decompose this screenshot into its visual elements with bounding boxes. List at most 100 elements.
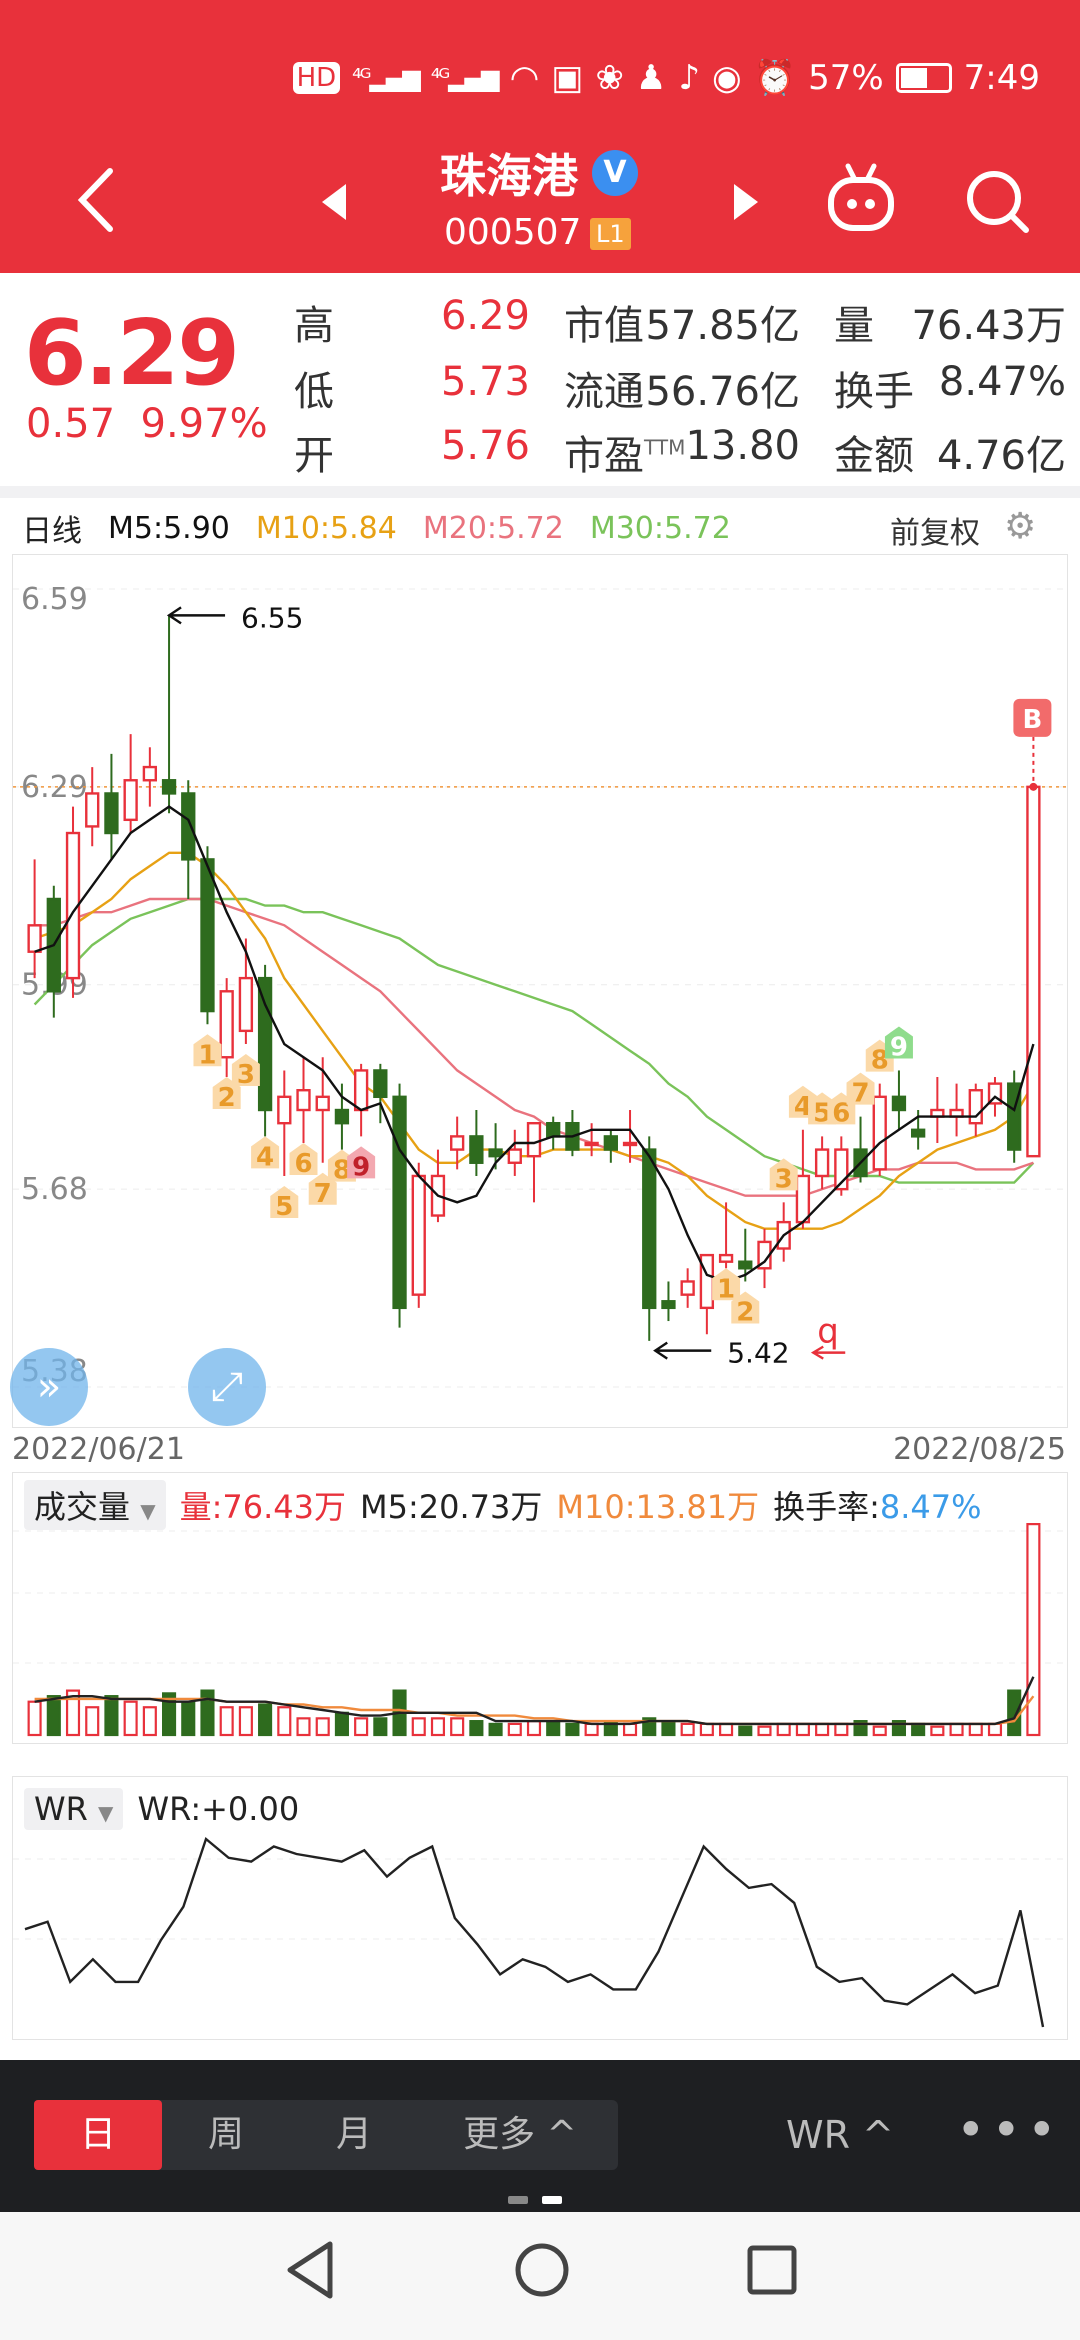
robot-assistant-icon[interactable] <box>826 160 896 234</box>
candle <box>546 1121 561 1138</box>
wr-selector[interactable]: WR ▼ <box>24 1788 124 1830</box>
fullscreen-icon[interactable]: ⤢ <box>188 1348 266 1426</box>
volume-bar <box>546 1720 561 1737</box>
candle <box>622 1141 638 1147</box>
battery-icon <box>895 63 952 93</box>
app-header: HD ⁴ᴳ▂▄▆ ⁴ᴳ▂▄▆ ◠ ▣ ❀ ♟ ♪ ◉ ⏰ 57% 7:49 珠海… <box>0 0 1080 273</box>
tab-month[interactable]: 月 <box>290 2100 418 2170</box>
volume-bar <box>526 1720 542 1737</box>
signal-4g-icon-2: ⁴ᴳ▂▄▆ <box>430 64 500 92</box>
candle <box>872 1095 887 1171</box>
hd-icon: HD <box>292 62 341 94</box>
status-bar: HD ⁴ᴳ▂▄▆ ⁴ᴳ▂▄▆ ◠ ▣ ❀ ♟ ♪ ◉ ⏰ 57% 7:49 <box>292 50 1040 106</box>
float-value: 56.76亿 <box>645 369 800 415</box>
candle <box>296 1089 311 1112</box>
indicator-button[interactable]: WR ^ <box>786 2100 894 2170</box>
clock: 7:49 <box>963 58 1040 98</box>
td-mark-label: 9 <box>890 1032 908 1062</box>
candle <box>238 976 254 1033</box>
volume-bar <box>315 1717 330 1737</box>
nav-recents-icon[interactable] <box>742 2240 802 2300</box>
low-arrow <box>653 1341 712 1360</box>
candle <box>219 990 234 1059</box>
volume-bar <box>738 1725 753 1737</box>
chevron-up-icon: ^ <box>546 2114 577 2155</box>
candle <box>891 1095 907 1112</box>
td-mark-label: 6 <box>294 1149 312 1179</box>
period-tab-bar: 日 周 月 更多 ^ WR ^ ••• <box>0 2060 1080 2212</box>
volume-selector[interactable]: 成交量 ▼ <box>24 1480 166 1530</box>
kline-chart[interactable]: 6.596.295.995.685.381234567891234567896.… <box>12 554 1068 1428</box>
search-icon[interactable] <box>964 168 1030 234</box>
candle <box>85 792 100 828</box>
volume-bar <box>85 1706 100 1737</box>
candle <box>411 1174 426 1296</box>
open-label: 开 <box>294 433 334 479</box>
expand-sidebar-icon[interactable]: » <box>10 1348 88 1426</box>
gear-icon[interactable]: ⚙ <box>1004 506 1036 547</box>
candle <box>200 858 215 1013</box>
volume-bar <box>757 1725 772 1737</box>
change-value: 0.57 <box>26 401 116 447</box>
high-value: 6.29 <box>440 293 530 339</box>
eye-icon: ◉ <box>712 58 742 98</box>
td-mark-label: 3 <box>237 1060 255 1090</box>
candle <box>450 1135 465 1151</box>
candle <box>161 779 177 795</box>
td-mark-label: 5 <box>275 1192 293 1222</box>
float-label: 流通 <box>564 369 644 415</box>
turnover-value: 8.47% <box>938 359 1066 405</box>
candle <box>1026 785 1041 1158</box>
chevron-down-icon: ▼ <box>98 1801 114 1825</box>
candle <box>257 976 273 1112</box>
td-mark-label: 1 <box>198 1040 216 1070</box>
volume-value: 76.43万 <box>911 303 1066 349</box>
candle <box>680 1280 695 1296</box>
wr-value-label: WR:+0.00 <box>137 1790 300 1828</box>
high-marker-label: 6.55 <box>241 601 303 634</box>
tab-more-label: 更多 <box>463 2114 536 2155</box>
volume-m5-label: M5:20.73万 <box>359 1488 543 1526</box>
more-icon[interactable]: ••• <box>956 2100 1062 2170</box>
nav-back-icon[interactable] <box>282 2238 338 2302</box>
buy-tag-dot <box>1029 782 1038 791</box>
volume-bar <box>450 1717 465 1737</box>
adjust-mode[interactable]: 前复权 <box>890 508 980 552</box>
tab-more[interactable]: 更多 ^ <box>430 2100 610 2170</box>
signal-4g-icon: ⁴ᴳ▂▄▆ <box>352 64 421 92</box>
td-mark-label: 3 <box>775 1164 793 1194</box>
page-dot <box>508 2196 528 2204</box>
volume-bar <box>872 1725 887 1737</box>
volume-bar <box>776 1722 791 1737</box>
low-value: 5.73 <box>440 359 530 405</box>
ma30-label: M30:5.72 <box>589 510 731 546</box>
section-divider <box>0 486 1080 498</box>
tab-day[interactable]: 日 <box>34 2100 162 2170</box>
wr-line <box>24 1836 1045 2028</box>
buy-tag-label: B <box>1022 705 1042 735</box>
prev-stock-icon[interactable] <box>318 182 350 222</box>
ma-legend: 日线 M5:5.90 M10:5.84 M20:5.72 M30:5.72 <box>22 506 731 550</box>
volume-bar <box>277 1706 292 1737</box>
candle <box>123 779 138 822</box>
volume-value-label: 量:76.43万 <box>179 1488 346 1526</box>
pe-value: 13.80 <box>685 423 800 469</box>
td-mark-label: 7 <box>851 1079 869 1109</box>
candle <box>353 1069 369 1112</box>
next-stock-icon[interactable] <box>730 182 762 222</box>
wr-title: WR <box>34 1790 88 1828</box>
period-label[interactable]: 日线 <box>22 506 82 550</box>
candle <box>795 1174 811 1224</box>
candle <box>642 1148 657 1310</box>
high-arrow <box>166 606 226 625</box>
nav-home-icon[interactable] <box>510 2238 574 2302</box>
volume-bar <box>507 1722 522 1737</box>
candle <box>181 792 196 861</box>
volume-bar <box>411 1717 426 1737</box>
tab-week[interactable]: 周 <box>162 2100 290 2170</box>
candle <box>27 924 42 953</box>
app-icon: ▣ <box>551 58 584 98</box>
back-icon[interactable] <box>72 165 120 235</box>
volume-bar <box>200 1689 215 1737</box>
alarm-icon: ⏰ <box>753 58 797 98</box>
